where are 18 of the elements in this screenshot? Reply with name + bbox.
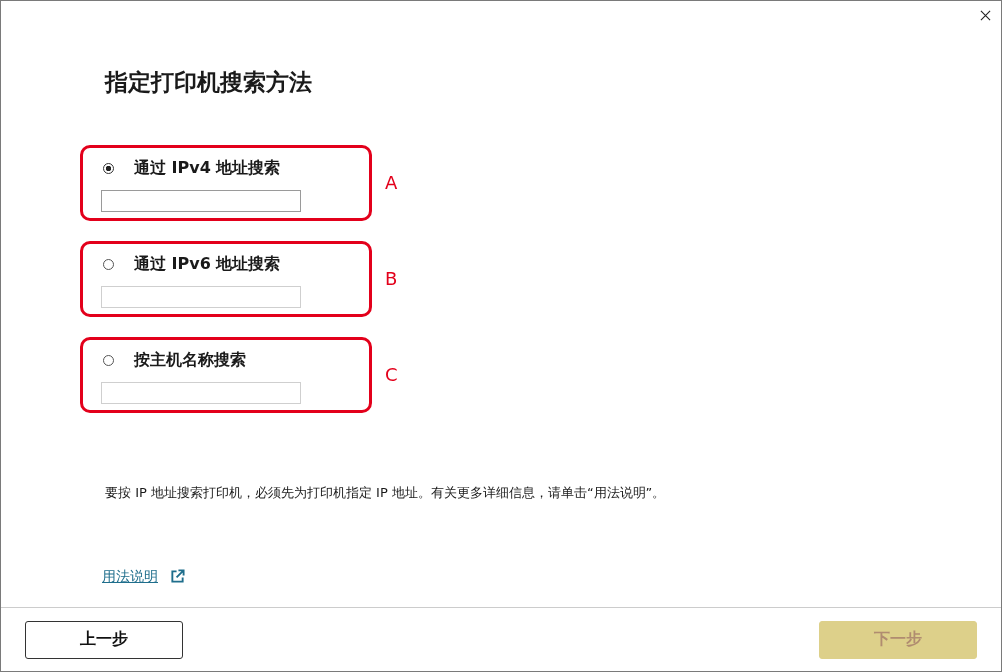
help-link[interactable]: 用法说明	[102, 567, 158, 585]
radio-label[interactable]: 按主机名称搜索	[134, 349, 246, 371]
dialog-title: 指定打印机搜索方法	[105, 68, 313, 97]
back-button[interactable]: 上一步	[25, 620, 183, 659]
radio-button[interactable]	[103, 354, 114, 366]
input-field[interactable]	[101, 286, 301, 308]
radio-button[interactable]	[103, 162, 114, 174]
input-field[interactable]	[101, 382, 301, 404]
radio-label[interactable]: 通过 IPv4 地址搜索	[134, 157, 281, 179]
radio-button[interactable]	[103, 258, 114, 270]
radio-label[interactable]: 通过 IPv6 地址搜索	[134, 253, 281, 275]
close-icon[interactable]	[980, 10, 991, 21]
annotation-label: C	[385, 364, 398, 386]
annotation-label: B	[385, 268, 398, 290]
external-link-icon[interactable]	[170, 568, 185, 584]
info-text: 要按 IP 地址搜索打印机，必须先为打印机指定 IP 地址。有关更多详细信息，请单击“用法说明”。	[105, 484, 667, 502]
annotation-label: A	[385, 172, 398, 194]
input-field[interactable]	[101, 190, 301, 212]
